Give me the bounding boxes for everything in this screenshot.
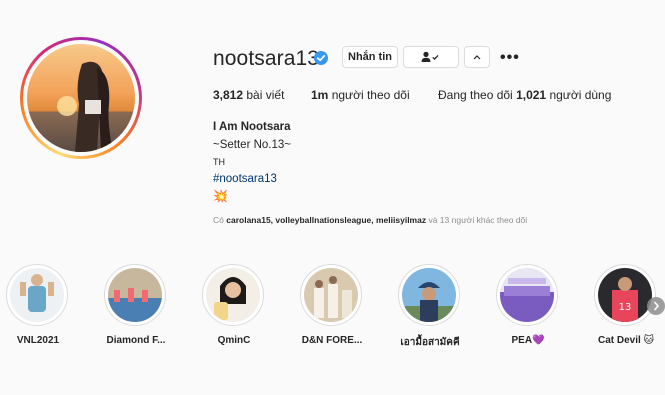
highlight-label: VNL2021 [16,335,60,346]
highlights-next-button[interactable] [647,297,665,315]
highlight-item[interactable]: VNL2021 [6,264,70,346]
highlight-thumbnail [402,268,456,322]
highlight-thumbnail [10,268,64,322]
highlight-label: เอามื้อสามัคคี [400,337,460,348]
posts-stat[interactable]: 3,812 bài viết [213,88,284,102]
chevron-up-icon [473,55,481,60]
highlight-item[interactable]: QminC [202,264,266,346]
more-options-icon[interactable]: ••• [500,49,520,67]
followed-by[interactable]: Có carolana15, volleyballnationsleague, … [213,215,527,225]
profile-avatar[interactable] [20,37,142,159]
highlight-label: Diamond F... [106,335,166,346]
highlight-label: D&N FORE... [301,335,363,346]
highlight-label: Cat Devil 🐱 [598,335,654,346]
highlight-item[interactable]: Diamond F... [104,264,168,346]
profile-name: I Am Nootsara [213,121,291,133]
highlight-thumbnail: 13 [598,268,652,322]
hashtag-link[interactable]: #nootsara13 [213,173,277,185]
highlight-item[interactable]: D&N FORE... [300,264,364,346]
person-check-icon [421,51,439,62]
svg-text:13: 13 [619,302,632,313]
highlight-item[interactable]: 13 Cat Devil 🐱 [594,264,658,346]
highlight-item[interactable]: เอามื้อสามัคคี [398,264,462,348]
avatar-image [27,44,135,152]
bio-emoji: 💥 [213,189,228,203]
bio-line: TH [213,157,225,167]
highlight-label: QminC [217,335,251,346]
message-button[interactable]: Nhắn tin [342,46,398,68]
followers-stat[interactable]: 1m người theo dõi [311,88,410,102]
chevron-right-icon [653,301,660,311]
suggested-toggle-button[interactable] [464,46,490,68]
highlight-thumbnail [206,268,260,322]
following-button[interactable] [403,46,459,68]
highlight-thumbnail [108,268,162,322]
following-stat[interactable]: Đang theo dõi 1,021 người dùng [438,88,611,102]
bio-line: ~Setter No.13~ [213,139,291,151]
highlight-thumbnail [304,268,358,322]
verified-badge-icon [314,51,328,65]
highlight-thumbnail [500,268,554,322]
highlight-item[interactable]: PEA💜 [496,264,560,346]
username: nootsara13 [213,47,320,70]
highlight-label: PEA💜 [511,335,545,346]
